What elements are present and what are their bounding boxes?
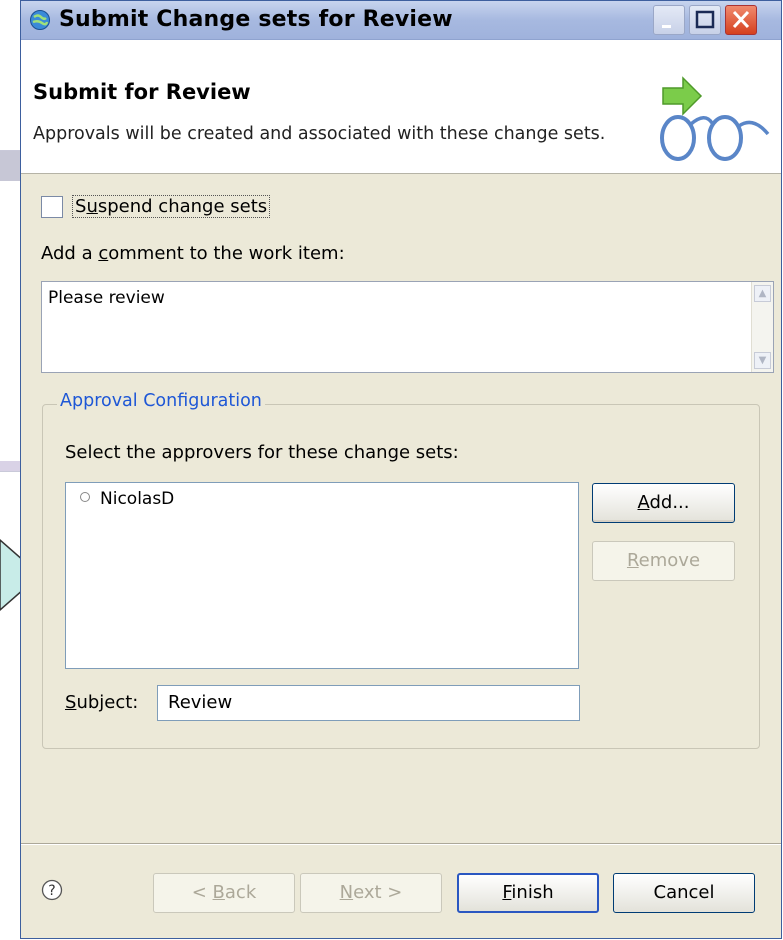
subject-input[interactable]: Review [157, 685, 580, 721]
user-icon [80, 492, 90, 502]
comment-text: Please review [48, 288, 165, 308]
suspend-change-sets-checkbox[interactable] [41, 196, 63, 218]
svg-text:?: ? [48, 883, 55, 899]
dialog-header: Submit for Review Approvals will be crea… [21, 40, 781, 174]
scroll-up-icon[interactable]: ▲ [754, 285, 771, 302]
maximize-button[interactable] [689, 5, 721, 35]
remove-approver-button[interactable]: Remove [592, 541, 735, 581]
help-icon[interactable]: ? [41, 879, 63, 901]
approvers-label: Select the approvers for these change se… [65, 442, 459, 463]
approval-configuration-title: Approval Configuration [57, 391, 265, 411]
list-item[interactable]: NicolasD [80, 489, 174, 509]
close-button[interactable] [725, 5, 757, 35]
minimize-button[interactable] [653, 5, 685, 35]
window-title: Submit Change sets for Review [59, 7, 453, 32]
minimize-icon [662, 25, 671, 28]
review-glasses-icon [660, 76, 770, 161]
page-description: Approvals will be created and associated… [33, 124, 606, 144]
suspend-change-sets-label[interactable]: Suspend change sets [72, 195, 271, 218]
add-approver-button[interactable]: Add... [592, 483, 735, 523]
close-icon [732, 10, 750, 29]
app-globe-icon [30, 10, 50, 30]
scroll-down-icon[interactable]: ▼ [754, 352, 771, 369]
comment-scrollbar[interactable]: ▲ ▼ [751, 282, 773, 372]
finish-button[interactable]: Finish [457, 873, 599, 913]
approvers-list[interactable]: NicolasD [65, 482, 579, 669]
next-button[interactable]: Next > [300, 873, 442, 913]
footer-divider [21, 843, 781, 845]
back-button[interactable]: < Back [153, 873, 295, 913]
page-title: Submit for Review [33, 80, 251, 104]
submit-review-dialog: Submit Change sets for Review Submit for… [20, 0, 782, 939]
title-bar[interactable]: Submit Change sets for Review [21, 1, 781, 40]
cancel-button[interactable]: Cancel [613, 873, 755, 913]
subject-label: Subject: [65, 692, 139, 713]
comment-label: Add a comment to the work item: [41, 243, 345, 264]
maximize-icon [695, 10, 715, 29]
comment-textarea[interactable]: Please review ▲ ▼ [41, 281, 774, 373]
